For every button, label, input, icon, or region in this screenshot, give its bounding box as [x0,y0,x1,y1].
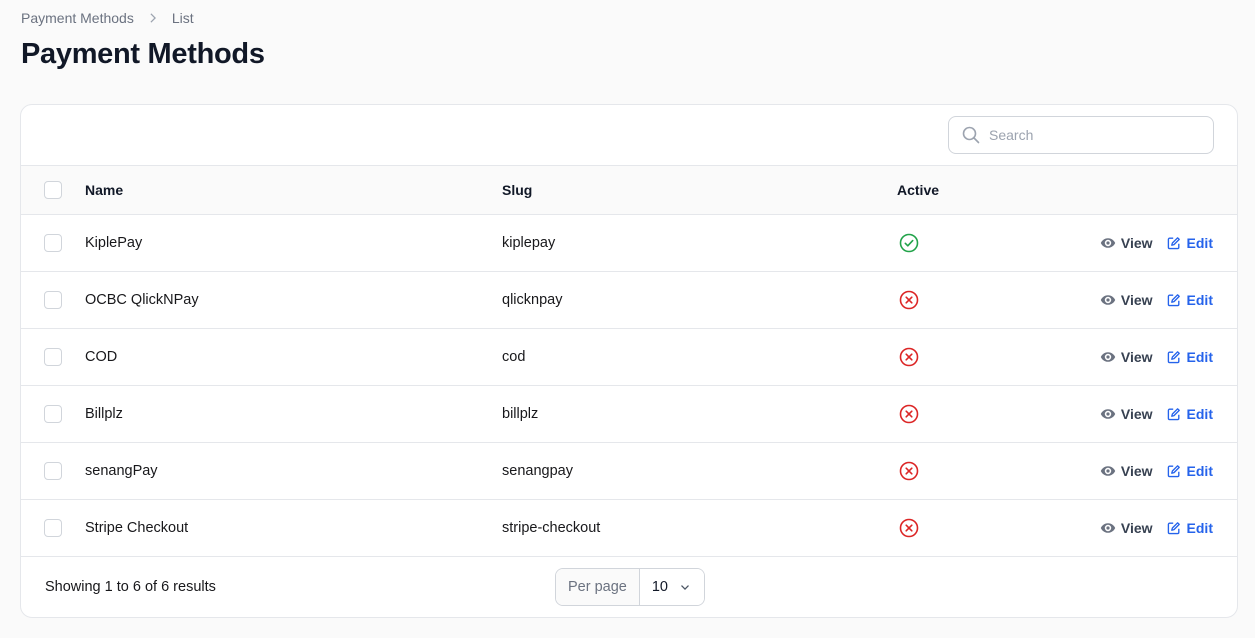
cell-name: OCBC QlickNPay [85,292,199,308]
edit-button[interactable]: Edit [1166,463,1213,479]
page-title: Payment Methods [21,38,265,70]
edit-label: Edit [1186,292,1213,308]
select-all-checkbox[interactable] [44,181,62,199]
view-label: View [1120,349,1153,365]
breadcrumb-parent[interactable]: Payment Methods [21,10,134,26]
x-circle-icon [898,403,920,425]
cell-name: Stripe Checkout [85,520,189,536]
cell-slug: stripe-checkout [502,520,601,536]
pagination-summary: Showing 1 to 6 of 6 results [45,579,216,595]
pencil-square-icon [1167,294,1180,307]
table-row[interactable]: Billplz billplz View Edit [21,386,1237,443]
row-actions: View Edit [1100,520,1213,536]
edit-button[interactable]: Edit [1166,235,1213,251]
eye-icon [1100,523,1116,533]
edit-label: Edit [1186,520,1213,536]
pencil-square-icon [1167,237,1180,250]
table-row[interactable]: COD cod View Edit [21,329,1237,386]
view-label: View [1120,292,1153,308]
eye-icon [1100,352,1116,362]
eye-icon [1100,295,1116,305]
row-checkbox[interactable] [44,234,62,252]
breadcrumb: Payment Methods List [21,10,194,26]
cell-slug: senangpay [502,463,573,479]
view-button[interactable]: View [1100,349,1153,365]
row-checkbox[interactable] [44,519,62,537]
view-label: View [1120,406,1153,422]
column-header-slug[interactable]: Slug [502,182,532,198]
row-actions: View Edit [1100,292,1213,308]
search-box[interactable] [948,116,1214,154]
edit-button[interactable]: Edit [1166,349,1213,365]
edit-button[interactable]: Edit [1166,292,1213,308]
search-input[interactable] [989,127,1189,143]
check-circle-icon [898,232,920,254]
edit-label: Edit [1186,463,1213,479]
row-checkbox[interactable] [44,348,62,366]
per-page-select[interactable]: 10 [639,569,704,605]
pencil-square-icon [1167,351,1180,364]
row-actions: View Edit [1100,235,1213,251]
table-row[interactable]: OCBC QlickNPay qlicknpay View Edit [21,272,1237,329]
view-button[interactable]: View [1100,292,1153,308]
view-label: View [1120,463,1153,479]
per-page-control: Per page 10 [555,568,705,606]
x-circle-icon [898,460,920,482]
x-circle-icon [898,289,920,311]
table-body: KiplePay kiplepay View Edit OCBC QlickNP… [21,215,1237,557]
search-icon [962,126,980,144]
per-page-value: 10 [651,579,668,595]
cell-slug: billplz [502,406,539,422]
per-page-label: Per page [556,569,640,605]
eye-icon [1100,409,1116,419]
chevron-down-icon [681,585,689,590]
table-card: Name Slug Active KiplePay kiplepay View … [20,104,1238,618]
eye-icon [1100,466,1116,476]
edit-button[interactable]: Edit [1166,520,1213,536]
cell-name: senangPay [85,463,158,479]
table-row[interactable]: Stripe Checkout stripe-checkout View Edi… [21,500,1237,557]
edit-label: Edit [1186,349,1213,365]
table-toolbar [21,105,1237,166]
column-header-active[interactable]: Active [897,182,939,198]
cell-name: COD [85,349,118,365]
x-circle-icon [898,346,920,368]
column-header-name[interactable]: Name [85,182,123,198]
x-circle-icon [898,517,920,539]
view-label: View [1120,520,1153,536]
breadcrumb-current: List [171,10,194,26]
edit-label: Edit [1186,235,1213,251]
row-checkbox[interactable] [44,462,62,480]
cell-slug: cod [502,349,526,365]
eye-icon [1100,238,1116,248]
edit-label: Edit [1186,406,1213,422]
view-button[interactable]: View [1100,406,1153,422]
cell-slug: kiplepay [502,235,556,251]
row-actions: View Edit [1100,349,1213,365]
row-checkbox[interactable] [44,405,62,423]
table-row[interactable]: KiplePay kiplepay View Edit [21,215,1237,272]
cell-name: Billplz [85,406,123,422]
view-button[interactable]: View [1100,235,1153,251]
table-row[interactable]: senangPay senangpay View Edit [21,443,1237,500]
cell-name: KiplePay [85,235,143,251]
row-actions: View Edit [1100,463,1213,479]
view-button[interactable]: View [1100,520,1153,536]
pencil-square-icon [1167,465,1180,478]
table-header: Name Slug Active [21,166,1237,215]
row-actions: View Edit [1100,406,1213,422]
chevron-right-icon [150,13,156,23]
view-label: View [1120,235,1153,251]
row-checkbox[interactable] [44,291,62,309]
view-button[interactable]: View [1100,463,1153,479]
edit-button[interactable]: Edit [1166,406,1213,422]
table-footer: Showing 1 to 6 of 6 results Per page 10 [21,557,1237,617]
pencil-square-icon [1167,408,1180,421]
pencil-square-icon [1167,522,1180,535]
cell-slug: qlicknpay [502,292,563,308]
